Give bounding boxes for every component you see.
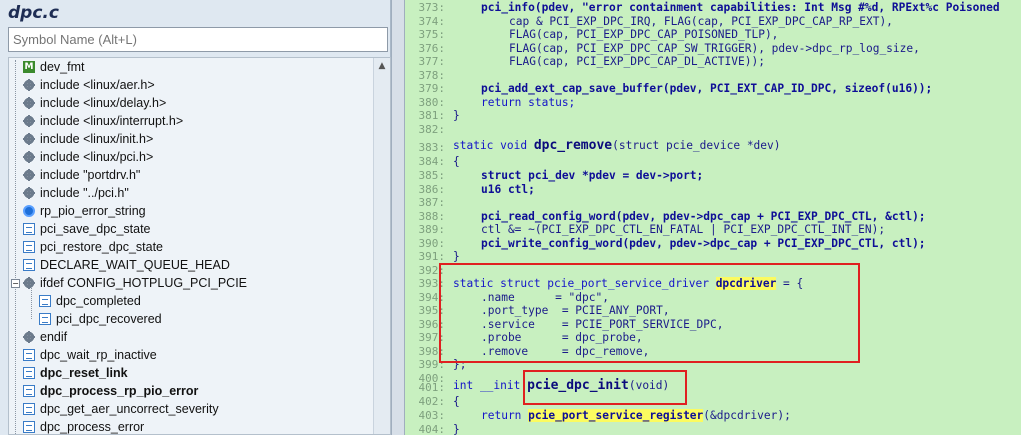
collapse-toggle-icon[interactable]: − xyxy=(11,279,20,288)
include-icon xyxy=(23,187,35,199)
line-number: 384: xyxy=(418,155,446,168)
code-line: FLAG(cap, PCI_EXP_DPC_CAP_DL_ACTIVE)); xyxy=(509,55,765,68)
scroll-up-icon[interactable]: ▲ xyxy=(374,58,390,74)
file-title: dpc.c xyxy=(8,3,59,23)
function-icon xyxy=(23,259,35,271)
include-icon xyxy=(23,331,35,343)
line-number: 402: xyxy=(418,395,446,408)
code-line: pci_add_ext_cap_save_buffer(pdev, PCI_EX… xyxy=(481,82,933,95)
code-line: pci_read_config_word(pdev, pdev->dpc_cap… xyxy=(481,209,926,223)
annotation-box-pcie-dpc-init xyxy=(523,370,687,405)
function-icon xyxy=(23,367,35,379)
line-number: 385: xyxy=(418,169,446,182)
function-icon xyxy=(23,349,35,361)
function-icon xyxy=(23,385,35,397)
function-icon xyxy=(23,223,35,235)
code-line: } xyxy=(453,250,460,263)
line-number: 379: xyxy=(418,82,446,95)
symbol-highlight[interactable]: pcie_port_service_register xyxy=(528,409,704,422)
code-line: } xyxy=(453,109,460,122)
line-number: 389: xyxy=(418,223,446,236)
include-icon xyxy=(23,169,35,181)
code-line: FLAG(cap, PCI_EXP_DPC_CAP_SW_TRIGGER), p… xyxy=(509,41,920,55)
line-number: 382: xyxy=(418,122,446,136)
line-number: 403: xyxy=(418,409,446,422)
code-line: cap & PCI_EXP_DPC_IRQ, FLAG(cap, PCI_EXP… xyxy=(509,14,893,28)
function-icon xyxy=(23,403,35,415)
code-line: } xyxy=(453,422,460,435)
line-number: 373: xyxy=(418,1,446,14)
symbol-list-scrollbar[interactable]: ▲ xyxy=(373,58,390,434)
line-number: 378: xyxy=(418,68,446,82)
line-number: 376: xyxy=(418,41,446,55)
include-icon xyxy=(23,97,35,109)
line-number: 380: xyxy=(418,95,446,109)
line-number: 375: xyxy=(418,28,446,41)
function-icon xyxy=(23,241,35,253)
code-editor[interactable]: 373: 374: 375: 376: 377: 378: 379: 380: … xyxy=(405,0,1021,435)
function-icon xyxy=(23,421,35,433)
function-icon xyxy=(39,295,51,307)
line-number: 404: xyxy=(418,422,446,435)
code-line: u16 ctl; xyxy=(481,182,535,196)
symbol-search-input[interactable] xyxy=(8,27,388,52)
include-icon xyxy=(23,115,35,127)
tree-line xyxy=(15,60,16,434)
variable-icon xyxy=(23,205,35,217)
code-line: { xyxy=(453,395,460,408)
line-number: 388: xyxy=(418,209,446,223)
code-line: pci_write_config_word(pdev, pdev->dpc_ca… xyxy=(481,236,926,250)
line-number: 383: xyxy=(418,141,446,154)
code-line: static void dpc_remove(struct pcie_devic… xyxy=(453,138,781,153)
function-definition[interactable]: dpc_remove xyxy=(534,138,612,153)
panel-splitter[interactable] xyxy=(391,0,405,435)
function-icon xyxy=(39,313,51,325)
symbol-panel: dpc.c Mdev_fmt include <linux/aer.h> inc… xyxy=(0,0,391,435)
annotation-box-dpcdriver xyxy=(439,263,860,363)
line-number: 390: xyxy=(418,236,446,250)
code-line: ctl &= ~(PCI_EXP_DPC_CTL_EN_FATAL | PCI_… xyxy=(481,223,886,236)
include-icon xyxy=(23,133,35,145)
line-number: 386: xyxy=(418,182,446,196)
code-line: return status; xyxy=(481,95,576,109)
line-number: 381: xyxy=(418,109,446,122)
code-line: pci_info(pdev, "error containment capabi… xyxy=(481,1,1000,14)
line-number: 387: xyxy=(418,196,446,209)
symbol-list: Mdev_fmt include <linux/aer.h> include <… xyxy=(8,57,391,435)
line-number: 374: xyxy=(418,14,446,28)
code-line: { xyxy=(453,155,460,168)
macro-icon: M xyxy=(23,61,35,73)
code-line: FLAG(cap, PCI_EXP_DPC_CAP_POISONED_TLP), xyxy=(509,28,779,41)
include-icon xyxy=(23,277,35,289)
line-number: 401: xyxy=(418,381,446,394)
include-icon xyxy=(23,151,35,163)
line-number: 391: xyxy=(418,250,446,263)
include-icon xyxy=(23,79,35,91)
line-number: 377: xyxy=(418,55,446,68)
code-line: return pcie_port_service_register(&dpcdr… xyxy=(481,409,791,422)
code-line: struct pci_dev *pdev = dev->port; xyxy=(481,169,704,182)
